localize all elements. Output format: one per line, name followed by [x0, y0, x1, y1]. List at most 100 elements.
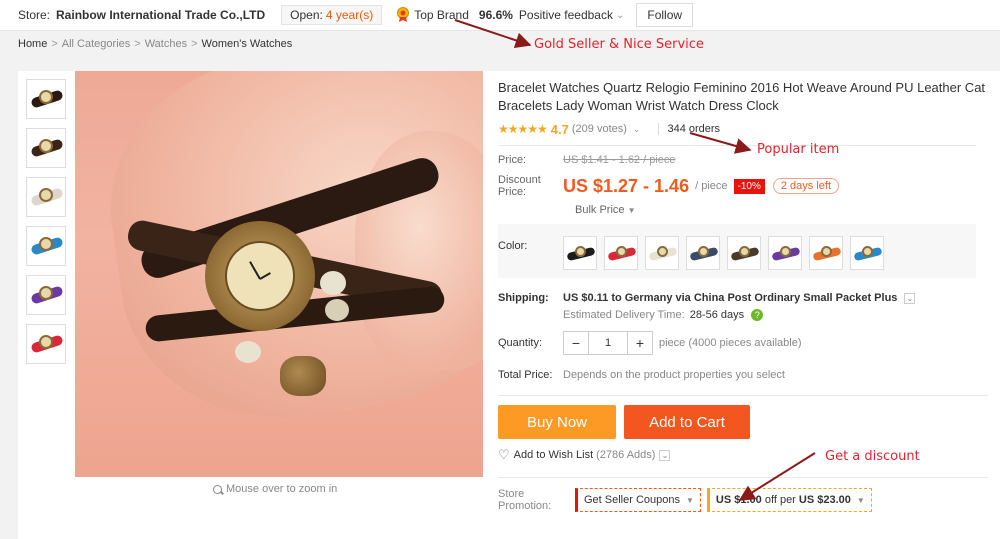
thumbnail-image[interactable]	[26, 226, 66, 266]
chevron-down-icon[interactable]: ⌄	[633, 124, 641, 135]
breadcrumb-separator: >	[134, 38, 141, 50]
breadcrumb-watches[interactable]: Watches	[145, 38, 187, 50]
discount-label-line2: Price:	[498, 186, 527, 198]
store-name[interactable]: Rainbow International Trade Co.,LTD	[56, 8, 265, 22]
store-discount-offer[interactable]: US $1.00 off per US $23.00 ▼	[706, 488, 872, 513]
rating-row: ★★★★★ 4.7 (209 votes) ⌄ 344 orders	[498, 121, 988, 137]
per-piece: / piece	[695, 180, 728, 192]
total-price-label: Total Price:	[498, 369, 553, 382]
add-to-wishlist-link[interactable]: Add to Wish List	[514, 449, 593, 461]
thumbnail-image[interactable]	[26, 324, 66, 364]
thumbnail-watch-face	[39, 237, 53, 251]
info-check-icon[interactable]: ?	[751, 309, 764, 322]
coupons-label: Get Seller Coupons	[584, 494, 680, 507]
thumbnail-image[interactable]	[26, 275, 66, 315]
quantity-input[interactable]: 1	[588, 332, 628, 355]
discount-price-row: Discount Price: US $1.27 - 1.46 / piece …	[498, 174, 988, 198]
annotation-get-discount: Get a discount	[825, 449, 920, 464]
price-label: Price:	[498, 154, 527, 166]
color-label: Color:	[498, 240, 528, 252]
swatch-watch-face	[862, 246, 873, 257]
thumbnail-list	[26, 79, 68, 373]
offer-threshold: US $23.00	[798, 494, 851, 507]
quantity-row: Quantity: − 1 + piece (4000 pieces avail…	[498, 331, 988, 356]
shipping-method[interactable]: US $0.11 to Germany via China Post Ordin…	[563, 292, 897, 304]
store-bar: Store: Rainbow International Trade Co.,L…	[0, 0, 1000, 31]
main-product-image[interactable]	[75, 71, 483, 477]
follow-button[interactable]: Follow	[636, 3, 694, 27]
color-swatch[interactable]	[809, 236, 843, 270]
chevron-down-icon[interactable]: ⌄	[904, 292, 916, 304]
star-rating-icon: ★★★★★	[498, 122, 548, 136]
offer-text: off per	[764, 494, 796, 507]
product-details: Bracelet Watches Quartz Relogio Feminino…	[498, 71, 988, 513]
quantity-stepper: − 1 +	[563, 331, 653, 356]
total-price-text: Depends on the product properties you se…	[563, 369, 785, 382]
quantity-plus-button[interactable]: +	[628, 335, 652, 351]
quantity-available: piece (4000 pieces available)	[659, 337, 802, 350]
bulk-price-dropdown[interactable]: Bulk Price ▼	[575, 204, 988, 216]
product-panel: Mouse over to zoom in Bracelet Watches Q…	[18, 71, 1000, 539]
votes-count[interactable]: (209 votes)	[572, 123, 627, 135]
divider	[498, 145, 976, 146]
buy-now-button[interactable]: Buy Now	[498, 405, 616, 440]
thumbnail-watch-face	[39, 139, 53, 153]
thumbnail-image[interactable]	[26, 128, 66, 168]
breadcrumb-womens-watches[interactable]: Women's Watches	[202, 38, 293, 50]
color-row: Color:	[498, 224, 976, 278]
quantity-minus-button[interactable]: −	[564, 335, 588, 351]
breadcrumb-home[interactable]: Home	[18, 38, 47, 50]
chevron-down-icon[interactable]: ⌄	[616, 10, 624, 21]
heart-icon[interactable]: ♡	[498, 447, 510, 463]
breadcrumb: Home > All Categories > Watches > Women'…	[18, 38, 292, 50]
total-price-row: Total Price: Depends on the product prop…	[498, 369, 988, 381]
swatch-watch-face	[739, 246, 750, 257]
delivery-time: Estimated Delivery Time: 28-56 days ?	[563, 309, 915, 322]
color-swatch[interactable]	[645, 236, 679, 270]
promo-label-line1: Store	[498, 488, 525, 501]
caret-down-icon: ▼	[686, 495, 694, 505]
caret-down-icon: ▼	[856, 495, 865, 505]
breadcrumb-separator: >	[51, 38, 58, 50]
thumbnail-image[interactable]	[26, 79, 66, 119]
color-swatch[interactable]	[850, 236, 884, 270]
swatch-watch-face	[821, 246, 832, 257]
thumbnail-watch-face	[39, 188, 53, 202]
discount-label-line1: Discount	[498, 174, 541, 186]
breadcrumb-all-categories[interactable]: All Categories	[62, 38, 130, 50]
swatch-watch-face	[657, 246, 668, 257]
options-box: Color:	[498, 224, 976, 278]
positive-feedback-link[interactable]: Positive feedback	[519, 8, 613, 22]
color-swatch[interactable]	[686, 236, 720, 270]
color-swatch[interactable]	[768, 236, 802, 270]
thumbnail-image[interactable]	[26, 177, 66, 217]
store-open-badge: Open: 4 year(s)	[281, 5, 383, 25]
store-promotion-row: Store Promotion: Get Seller Coupons ▼ US…	[498, 477, 988, 513]
delivery-days: 28-56 days	[689, 309, 745, 321]
color-swatch[interactable]	[727, 236, 761, 270]
annotation-gold-seller: Gold Seller & Nice Service	[534, 37, 704, 52]
get-seller-coupons-dropdown[interactable]: Get Seller Coupons ▼	[575, 488, 701, 513]
discount-badge: -10%	[733, 178, 765, 194]
bead	[325, 299, 349, 321]
thumbnail-watch-face	[39, 286, 53, 300]
top-brand-label: Top Brand	[414, 8, 469, 22]
shipping-row: Shipping: US $0.11 to Germany via China …	[498, 292, 988, 322]
discount-price: US $1.27 - 1.46	[563, 175, 690, 196]
color-swatch[interactable]	[563, 236, 597, 270]
color-swatch[interactable]	[604, 236, 638, 270]
bead	[235, 341, 261, 363]
caret-down-icon: ▼	[627, 206, 636, 215]
magnifier-icon	[213, 484, 222, 494]
feedback-percent: 96.6%	[478, 8, 513, 22]
original-price: US $1.41 - 1.62 / piece	[563, 154, 676, 166]
swatch-watch-face	[616, 246, 627, 257]
chevron-down-icon[interactable]: ⌄	[659, 449, 671, 461]
cat-charm	[280, 356, 326, 396]
offer-amount: US $1.00	[715, 494, 762, 507]
shipping-label: Shipping:	[498, 292, 549, 304]
add-to-cart-button[interactable]: Add to Cart	[624, 405, 750, 440]
thumbnail-watch-face	[39, 335, 53, 349]
swatch-watch-face	[575, 246, 586, 257]
rating-score: 4.7	[550, 121, 569, 137]
